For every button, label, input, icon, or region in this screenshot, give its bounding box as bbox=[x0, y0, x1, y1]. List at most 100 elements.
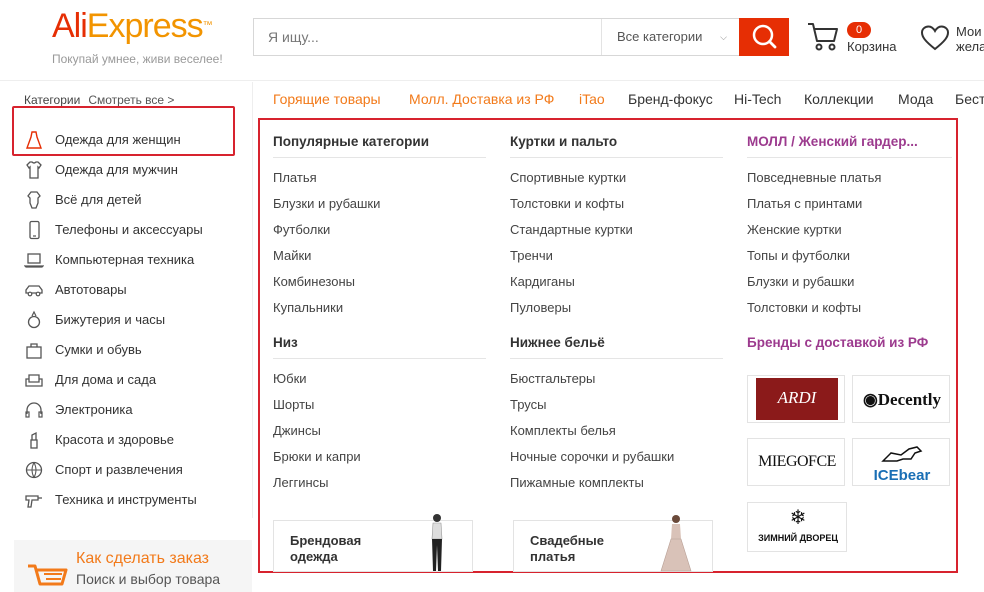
category-link[interactable]: Толстовки и кофты bbox=[747, 300, 861, 315]
heart-icon[interactable] bbox=[920, 24, 950, 57]
sidebar-item-5[interactable]: Автотовары bbox=[14, 275, 252, 305]
nav-hi-tech[interactable]: Hi-Tech bbox=[734, 91, 781, 107]
search-category-select[interactable]: Все категории ⌵ bbox=[601, 19, 739, 55]
aliexpress-logo[interactable]: AliExpress™ bbox=[52, 6, 213, 46]
col1-title2[interactable]: Низ bbox=[273, 335, 298, 350]
sidebar-item-label: Бижутерия и часы bbox=[55, 312, 166, 327]
category-link[interactable]: Платья с принтами bbox=[747, 196, 862, 211]
brand-miegofce[interactable]: MIEGOFCE bbox=[747, 438, 845, 486]
category-link[interactable]: Бюстгальтеры bbox=[510, 371, 595, 386]
category-link[interactable]: Блузки и рубашки bbox=[273, 196, 380, 211]
category-link[interactable]: Брюки и капри bbox=[273, 449, 361, 464]
chevron-down-icon: ⌵ bbox=[720, 32, 727, 42]
brand-decently[interactable]: ◉Decently bbox=[852, 375, 950, 423]
brand-zimniy-dvorets[interactable]: ❄ ЗИМНИЙ ДВОРЕЦ bbox=[747, 502, 847, 552]
sidebar-item-10[interactable]: Красота и здоровье bbox=[14, 425, 252, 455]
col1-divider2 bbox=[273, 358, 486, 359]
model-figure-icon bbox=[431, 514, 443, 571]
nav-fashion[interactable]: Мода bbox=[898, 91, 933, 107]
nav-mall-rf[interactable]: Молл. Доставка из РФ bbox=[409, 91, 554, 107]
see-all-link[interactable]: Смотреть все > bbox=[88, 93, 174, 107]
sidebar-heading: Категории Смотреть все > bbox=[24, 93, 174, 107]
nav-hot-deals[interactable]: Горящие товары bbox=[273, 91, 381, 107]
sidebar-item-6[interactable]: Бижутерия и часы bbox=[14, 305, 252, 335]
sofa-icon bbox=[24, 370, 44, 390]
sidebar-item-7[interactable]: Сумки и обувь bbox=[14, 335, 252, 365]
headphones-icon bbox=[24, 400, 44, 420]
col1-title[interactable]: Популярные категории bbox=[273, 134, 429, 149]
category-link[interactable]: Тренчи bbox=[510, 248, 553, 263]
sidebar-item-1[interactable]: Одежда для мужчин bbox=[14, 155, 252, 185]
ball-icon bbox=[24, 460, 44, 480]
category-link[interactable]: Стандартные куртки bbox=[510, 222, 633, 237]
sidebar-item-label: Компьютерная техника bbox=[55, 252, 195, 267]
sidebar-item-label: Телефоны и аксессуары bbox=[55, 222, 203, 237]
category-link[interactable]: Ночные сорочки и рубашки bbox=[510, 449, 674, 464]
category-link[interactable]: Пижамные комплекты bbox=[510, 475, 644, 490]
col2-title[interactable]: Куртки и пальто bbox=[510, 134, 617, 149]
search-bar: Все категории ⌵ bbox=[253, 18, 789, 56]
category-link[interactable]: Юбки bbox=[273, 371, 307, 386]
category-link[interactable]: Комплекты белья bbox=[510, 423, 616, 438]
sidebar-item-label: Одежда для мужчин bbox=[55, 162, 178, 177]
cart-icon[interactable] bbox=[806, 20, 840, 57]
sidebar-item-12[interactable]: Техника и инструменты bbox=[14, 485, 252, 515]
category-link[interactable]: Джинсы bbox=[273, 423, 321, 438]
category-link[interactable]: Блузки и рубашки bbox=[747, 274, 854, 289]
col2-title2[interactable]: Нижнее бельё bbox=[510, 335, 605, 350]
search-input[interactable] bbox=[254, 19, 600, 55]
search-category-label: Все категории bbox=[617, 29, 703, 44]
sidebar-item-label: Спорт и развлечения bbox=[55, 462, 183, 477]
category-link[interactable]: Повседневные платья bbox=[747, 170, 881, 185]
category-link[interactable]: Трусы bbox=[510, 397, 547, 412]
sidebar-item-label: Всё для детей bbox=[55, 192, 142, 207]
category-link[interactable]: Топы и футболки bbox=[747, 248, 850, 263]
laptop-icon bbox=[23, 250, 45, 270]
promo-title[interactable]: Как сделать заказ bbox=[76, 550, 209, 568]
category-link[interactable]: Платья bbox=[273, 170, 317, 185]
car-icon bbox=[24, 280, 44, 300]
card-brand-clothing[interactable]: Брендовая одежда bbox=[273, 514, 473, 572]
col3-title[interactable]: МОЛЛ / Женский гардер... bbox=[747, 134, 918, 149]
card-wedding-dresses[interactable]: Свадебные платья bbox=[513, 515, 713, 572]
sidebar-item-4[interactable]: Компьютерная техника bbox=[14, 245, 252, 275]
promo-subtitle: Поиск и выбор товара bbox=[76, 571, 221, 587]
category-link[interactable]: Шорты bbox=[273, 397, 314, 412]
bride-figure-icon bbox=[660, 515, 692, 572]
sidebar-item-label: Для дома и сада bbox=[55, 372, 157, 387]
sidebar-item-11[interactable]: Спорт и развлечения bbox=[14, 455, 252, 485]
category-link[interactable]: Купальники bbox=[273, 300, 343, 315]
wishlist-label-line1: Мои bbox=[956, 24, 982, 39]
ring-icon bbox=[24, 310, 44, 330]
sidebar-item-9[interactable]: Электроника bbox=[14, 395, 252, 425]
category-link[interactable]: Комбинезоны bbox=[273, 274, 355, 289]
category-link[interactable]: Майки bbox=[273, 248, 311, 263]
category-link[interactable]: Кардиганы bbox=[510, 274, 575, 289]
onesie-icon bbox=[24, 190, 44, 210]
category-link[interactable]: Спортивные куртки bbox=[510, 170, 626, 185]
logo-part1: Ali bbox=[52, 7, 88, 45]
nav-brand-focus[interactable]: Бренд-фокус bbox=[628, 91, 713, 107]
category-link[interactable]: Пуловеры bbox=[510, 300, 571, 315]
brand-ardi[interactable]: ARDI bbox=[747, 375, 845, 423]
brand-icebear[interactable]: ICEbear bbox=[852, 438, 950, 486]
category-link[interactable]: Футболки bbox=[273, 222, 330, 237]
wishlist-label-line2: жела bbox=[956, 39, 984, 54]
snowflake-icon: ❄ bbox=[789, 507, 807, 529]
category-link[interactable]: Женские куртки bbox=[747, 222, 842, 237]
sidebar-item-8[interactable]: Для дома и сада bbox=[14, 365, 252, 395]
brand-ardi-label: ARDI bbox=[777, 388, 817, 407]
search-button[interactable] bbox=[739, 18, 789, 56]
col3-title2[interactable]: Бренды с доставкой из РФ bbox=[747, 335, 928, 350]
nav-best[interactable]: Бест bbox=[955, 91, 984, 107]
wishlist-label[interactable]: Мои жела bbox=[956, 24, 984, 54]
brand-miegofce-label: MIEGOFCE bbox=[758, 453, 836, 470]
nav-itao[interactable]: iTao bbox=[579, 91, 605, 107]
sidebar-item-3[interactable]: Телефоны и аксессуары bbox=[14, 215, 252, 245]
sidebar-item-2[interactable]: Всё для детей bbox=[14, 185, 252, 215]
category-link[interactable]: Леггинсы bbox=[273, 475, 329, 490]
cart-label[interactable]: Корзина bbox=[847, 39, 897, 54]
nav-collections[interactable]: Коллекции bbox=[804, 91, 874, 107]
category-link[interactable]: Толстовки и кофты bbox=[510, 196, 624, 211]
logo-part2: Express bbox=[86, 7, 204, 45]
